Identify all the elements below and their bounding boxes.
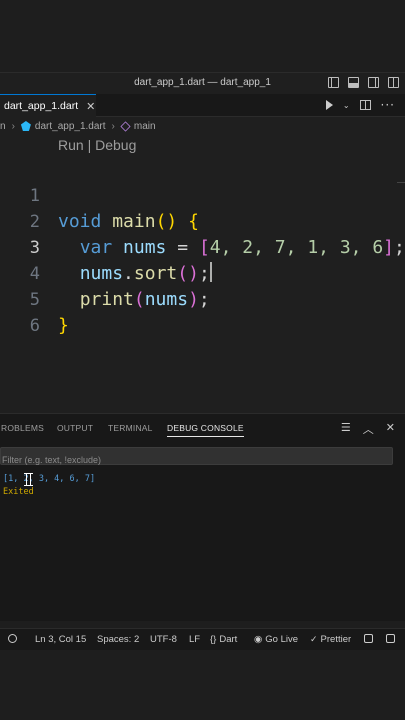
remote-icon[interactable] bbox=[8, 634, 17, 643]
tab-problems[interactable]: ROBLEMS bbox=[1, 423, 44, 433]
toggle-primary-sidebar-icon[interactable] bbox=[328, 77, 339, 88]
ruler-mark bbox=[397, 182, 405, 183]
chevron-right-icon: › bbox=[11, 120, 15, 132]
bottom-black-area bbox=[0, 652, 405, 720]
top-black-area bbox=[0, 0, 405, 72]
go-live-button[interactable]: ◉ Go Live bbox=[254, 634, 298, 645]
prettier-label: Prettier bbox=[320, 634, 352, 645]
codelens-run-debug[interactable]: Run | Debug bbox=[58, 137, 136, 153]
toggle-panel-icon[interactable] bbox=[348, 77, 359, 88]
encoding[interactable]: UTF-8 bbox=[150, 634, 177, 645]
editor-tab-bar: dart_app_1.dart ✕ ⌄ ··· bbox=[0, 94, 405, 117]
editor-actions: ⌄ ··· bbox=[325, 98, 395, 112]
console-output-line: [1, 2, 3, 4, 6, 7] bbox=[3, 474, 96, 484]
tab-debug-console[interactable]: DEBUG CONSOLE bbox=[167, 423, 244, 437]
chevron-right-icon: › bbox=[111, 120, 115, 132]
feedback-icon[interactable] bbox=[364, 634, 373, 643]
breadcrumb-symbol[interactable]: main bbox=[120, 120, 156, 132]
dart-file-icon bbox=[20, 121, 31, 131]
language-label: Dart bbox=[219, 634, 238, 645]
text-select-cursor-icon bbox=[24, 473, 33, 486]
toggle-secondary-sidebar-icon[interactable] bbox=[368, 77, 379, 88]
line-ending[interactable]: LF bbox=[189, 634, 200, 645]
filter-input[interactable] bbox=[1, 452, 392, 468]
console-filter bbox=[0, 447, 393, 468]
breadcrumb-symbol-label: main bbox=[133, 120, 156, 132]
split-editor-icon[interactable] bbox=[359, 100, 371, 110]
code-line-1[interactable]: 1 void main() { bbox=[0, 157, 405, 232]
code-line-4[interactable]: 4 print(nums); bbox=[0, 235, 405, 310]
chevron-down-icon[interactable]: ⌄ bbox=[343, 101, 350, 110]
code-line-2[interactable]: 2 var nums = [4, 2, 7, 1, 3, 6]; bbox=[0, 183, 405, 258]
code-line-5[interactable]: 5 } bbox=[0, 261, 405, 336]
method-icon bbox=[120, 120, 131, 132]
line-number: 6 bbox=[29, 316, 40, 336]
customize-layout-icon[interactable] bbox=[388, 77, 399, 88]
code-editor[interactable]: Run | Debug 1 void main() { 2 var nums =… bbox=[0, 135, 405, 413]
bottom-panel: ROBLEMS OUTPUT TERMINAL DEBUG CONSOLE ☰ … bbox=[0, 413, 405, 621]
run-icon[interactable] bbox=[325, 100, 333, 110]
panel-actions: ☰ ︿ ✕ bbox=[341, 421, 395, 437]
cursor-position[interactable]: Ln 3, Col 15 bbox=[35, 634, 86, 645]
language-mode[interactable]: {} Dart bbox=[210, 634, 237, 645]
tab-dart-app-1[interactable]: dart_app_1.dart ✕ bbox=[0, 94, 96, 117]
maximize-panel-icon[interactable]: ︿ bbox=[363, 421, 374, 437]
breadcrumb-folder[interactable]: n bbox=[0, 121, 6, 132]
layout-controls bbox=[328, 77, 399, 88]
go-live-label: Go Live bbox=[265, 634, 299, 645]
more-actions-icon[interactable]: ··· bbox=[381, 98, 395, 112]
broadcast-icon: ◉ bbox=[254, 634, 263, 645]
breadcrumb-file[interactable]: dart_app_1.dart bbox=[20, 120, 106, 132]
status-bar: Ln 3, Col 15 Spaces: 2 UTF-8 LF {} Dart ◉… bbox=[0, 628, 405, 650]
close-icon[interactable]: ✕ bbox=[86, 101, 95, 112]
brace-close: } bbox=[58, 315, 69, 336]
indentation[interactable]: Spaces: 2 bbox=[97, 634, 139, 645]
title-bar: dart_app_1.dart — dart_app_1 bbox=[0, 72, 405, 94]
panel-tabs: ROBLEMS OUTPUT TERMINAL DEBUG CONSOLE ☰ … bbox=[0, 414, 405, 442]
notifications-icon[interactable] bbox=[386, 634, 395, 643]
breadcrumb: n › dart_app_1.dart › main bbox=[0, 117, 405, 135]
tab-terminal[interactable]: TERMINAL bbox=[108, 423, 153, 433]
filter-list-icon[interactable]: ☰ bbox=[341, 421, 351, 437]
check-icon: ✓ bbox=[310, 634, 318, 644]
prettier-status[interactable]: ✓ Prettier bbox=[310, 634, 351, 645]
tab-label: dart_app_1.dart bbox=[4, 100, 79, 112]
code-line-3[interactable]: 3 nums.sort(); bbox=[0, 209, 405, 284]
code-line-6[interactable]: 6 bbox=[0, 287, 405, 336]
breadcrumb-file-label: dart_app_1.dart bbox=[34, 120, 106, 132]
console-exited-line: Exited bbox=[3, 487, 34, 497]
tab-output[interactable]: OUTPUT bbox=[57, 423, 93, 433]
braces-icon: {} bbox=[210, 634, 217, 645]
close-panel-icon[interactable]: ✕ bbox=[386, 421, 395, 437]
